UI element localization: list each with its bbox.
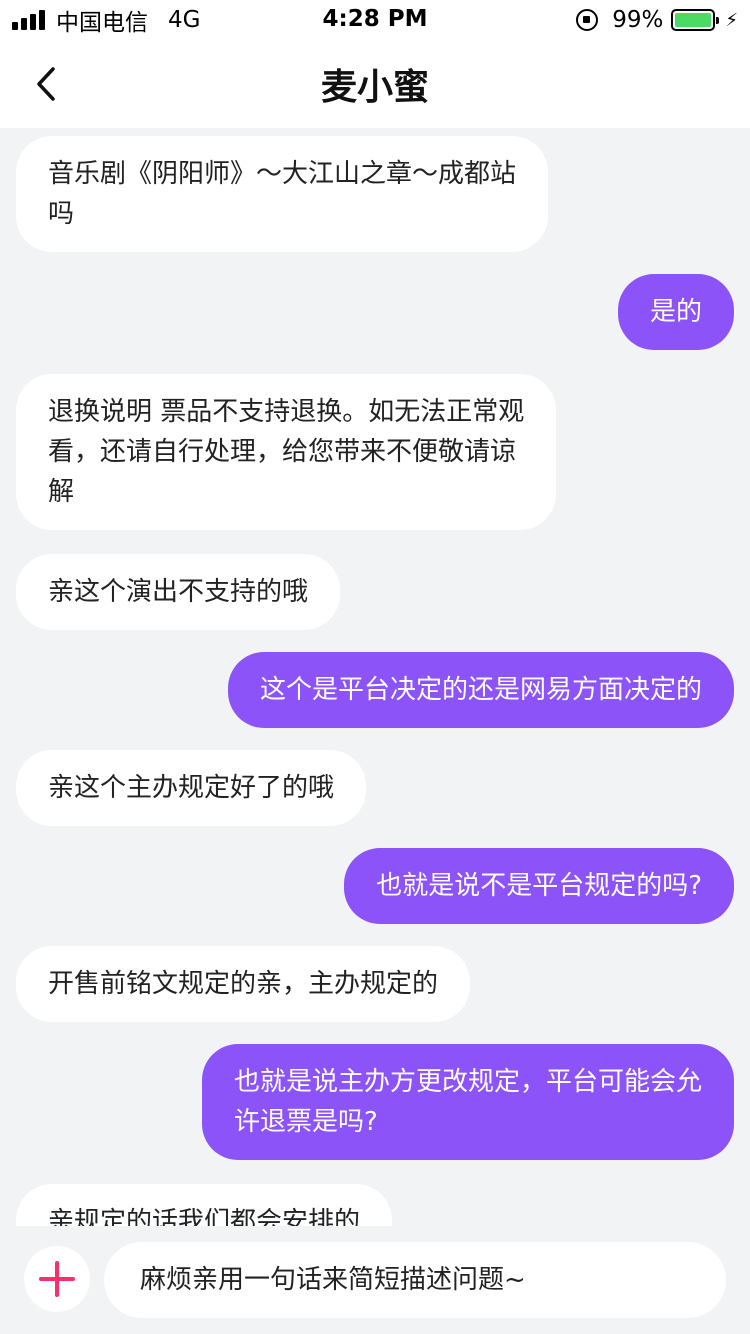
message-list[interactable]: 音乐剧《阴阳师》～大江山之章～成都站吗是的退换说明 票品不支持退换。如无法正常观… bbox=[0, 128, 750, 1226]
message-line: 退换说明 票品不支持退换。如无法正常观 bbox=[48, 397, 525, 427]
battery-percent: 99% bbox=[612, 7, 664, 33]
page-title: 麦小蜜 bbox=[320, 67, 429, 108]
message-input[interactable] bbox=[104, 1242, 726, 1318]
message-line: 是的 bbox=[649, 297, 702, 327]
message-bubble-sent: 也就是说主办方更改规定，平台可能会允 许退票是吗? bbox=[201, 1044, 734, 1160]
input-bar bbox=[0, 1226, 750, 1334]
message-line: 吗 bbox=[48, 199, 75, 229]
message-line: 也就是说主办方更改规定，平台可能会允 bbox=[233, 1067, 702, 1097]
status-bar: 中国电信 4G 4:28 PM 99% ⚡ bbox=[0, 0, 750, 40]
status-right: 99% ⚡ bbox=[576, 6, 738, 34]
message-line: 亲这个主办规定好了的哦 bbox=[48, 773, 335, 803]
message-line: 亲规定的话我们都会安排的 bbox=[48, 1207, 361, 1226]
rotation-lock-icon bbox=[576, 9, 599, 31]
message-line: 许退票是吗? bbox=[233, 1107, 378, 1137]
battery-icon bbox=[671, 9, 720, 31]
message-line: 看，还请自行处理，给您带来不便敬请谅 bbox=[48, 437, 517, 467]
message-bubble-received: 亲这个主办规定好了的哦 bbox=[16, 750, 367, 826]
chat-screen: 中国电信 4G 4:28 PM 99% ⚡ 麦小蜜 音乐剧《阴阳师》～大江山之章… bbox=[0, 0, 750, 1334]
nav-bar: 麦小蜜 bbox=[0, 40, 750, 128]
message-bubble-sent: 这个是平台决定的还是网易方面决定的 bbox=[227, 652, 734, 728]
message-line: 开售前铭文规定的亲，主办规定的 bbox=[48, 969, 439, 999]
battery-fill bbox=[675, 13, 711, 27]
message-line: 也就是说不是平台规定的吗? bbox=[376, 871, 702, 901]
message-line: 亲这个演出不支持的哦 bbox=[48, 577, 309, 607]
message-bubble-received: 亲规定的话我们都会安排的 bbox=[16, 1184, 393, 1226]
message-bubble-sent: 也就是说不是平台规定的吗? bbox=[344, 848, 734, 924]
message-line: 解 bbox=[48, 477, 75, 507]
message-line: 音乐剧《阴阳师》～大江山之章～成都站 bbox=[48, 159, 517, 189]
message-bubble-received: 亲这个演出不支持的哦 bbox=[16, 554, 341, 630]
message-bubble-sent: 是的 bbox=[617, 274, 734, 350]
message-bubble-received: 退换说明 票品不支持退换。如无法正常观 看，还请自行处理，给您带来不便敬请谅解 bbox=[16, 374, 557, 530]
message-line: 这个是平台决定的还是网易方面决定的 bbox=[259, 675, 702, 705]
charging-bolt-icon: ⚡ bbox=[725, 9, 738, 31]
plus-icon bbox=[39, 1261, 75, 1297]
add-attachment-button[interactable] bbox=[24, 1246, 90, 1312]
message-bubble-received: 音乐剧《阴阳师》～大江山之章～成都站吗 bbox=[16, 136, 549, 252]
message-bubble-received: 开售前铭文规定的亲，主办规定的 bbox=[16, 946, 471, 1022]
